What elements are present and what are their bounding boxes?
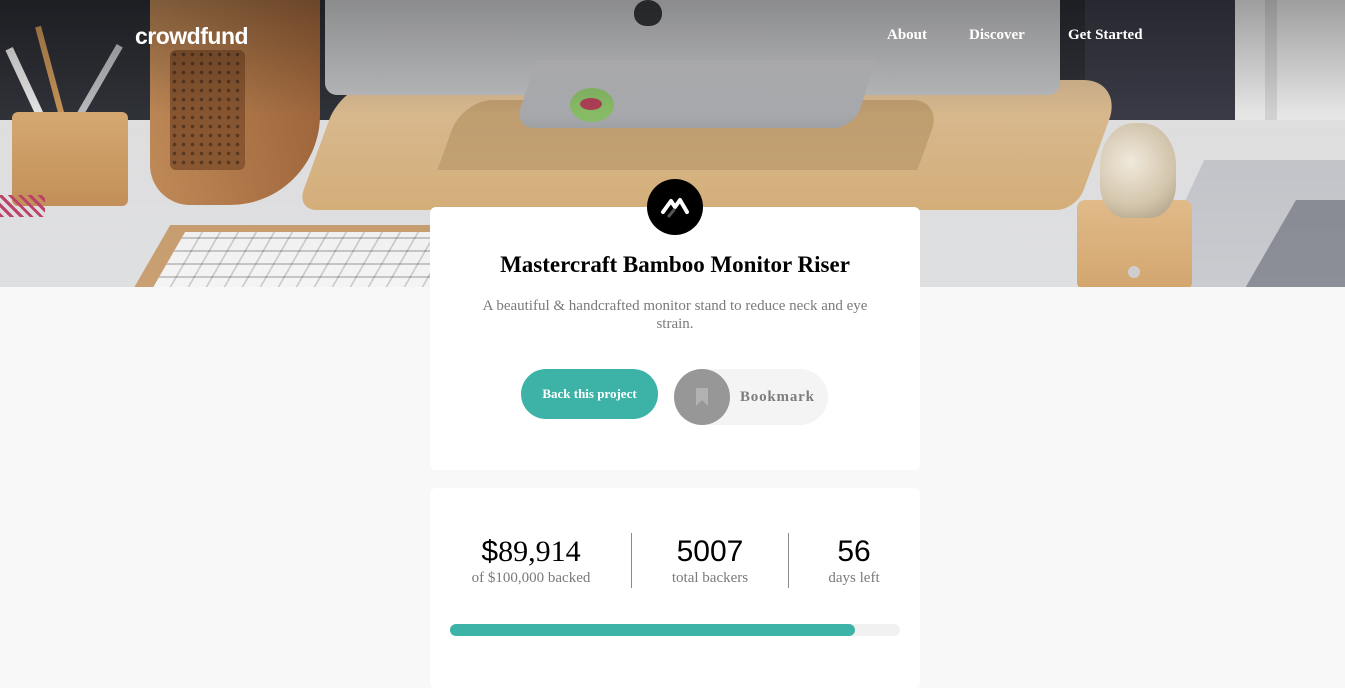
bookmark-icon [696,388,708,406]
back-project-button[interactable]: Back this project [521,369,658,419]
days-label: days left [828,570,880,586]
project-description: A beautiful & handcrafted monitor stand … [482,298,868,332]
backers-label: total backers [671,570,749,586]
nav-about[interactable]: About [887,27,927,44]
stat-amount: $89,914 of $100,000 backed [455,535,607,587]
nav-discover[interactable]: Discover [969,27,1025,44]
days-value: 56 [837,535,871,568]
amount-number: 89,914 [498,535,581,568]
stats-card [430,488,920,688]
bookmark-label: Bookmark [740,388,815,405]
currency-symbol: $ [481,535,499,568]
stat-backers: 5007 total backers [650,535,770,587]
funding-progress-fill [450,624,855,636]
bookmark-button[interactable]: Bookmark [674,369,828,425]
nav-get-started[interactable]: Get Started [1068,27,1143,44]
project-card [430,207,920,470]
stat-divider [631,533,632,588]
stat-divider [788,533,789,588]
funding-progress-bar [450,624,900,636]
project-title: Mastercraft Bamboo Monitor Riser [500,252,850,277]
backers-value: 5007 [676,535,744,568]
amount-backed-value: $89,914 [455,535,607,569]
brand-logo[interactable]: crowdfund [135,23,249,50]
stat-days: 56 days left [810,535,898,587]
bookmark-icon-circle [674,369,730,425]
mastercraft-logo-icon [647,179,703,235]
amount-backed-label: of $100,000 backed [471,570,591,586]
